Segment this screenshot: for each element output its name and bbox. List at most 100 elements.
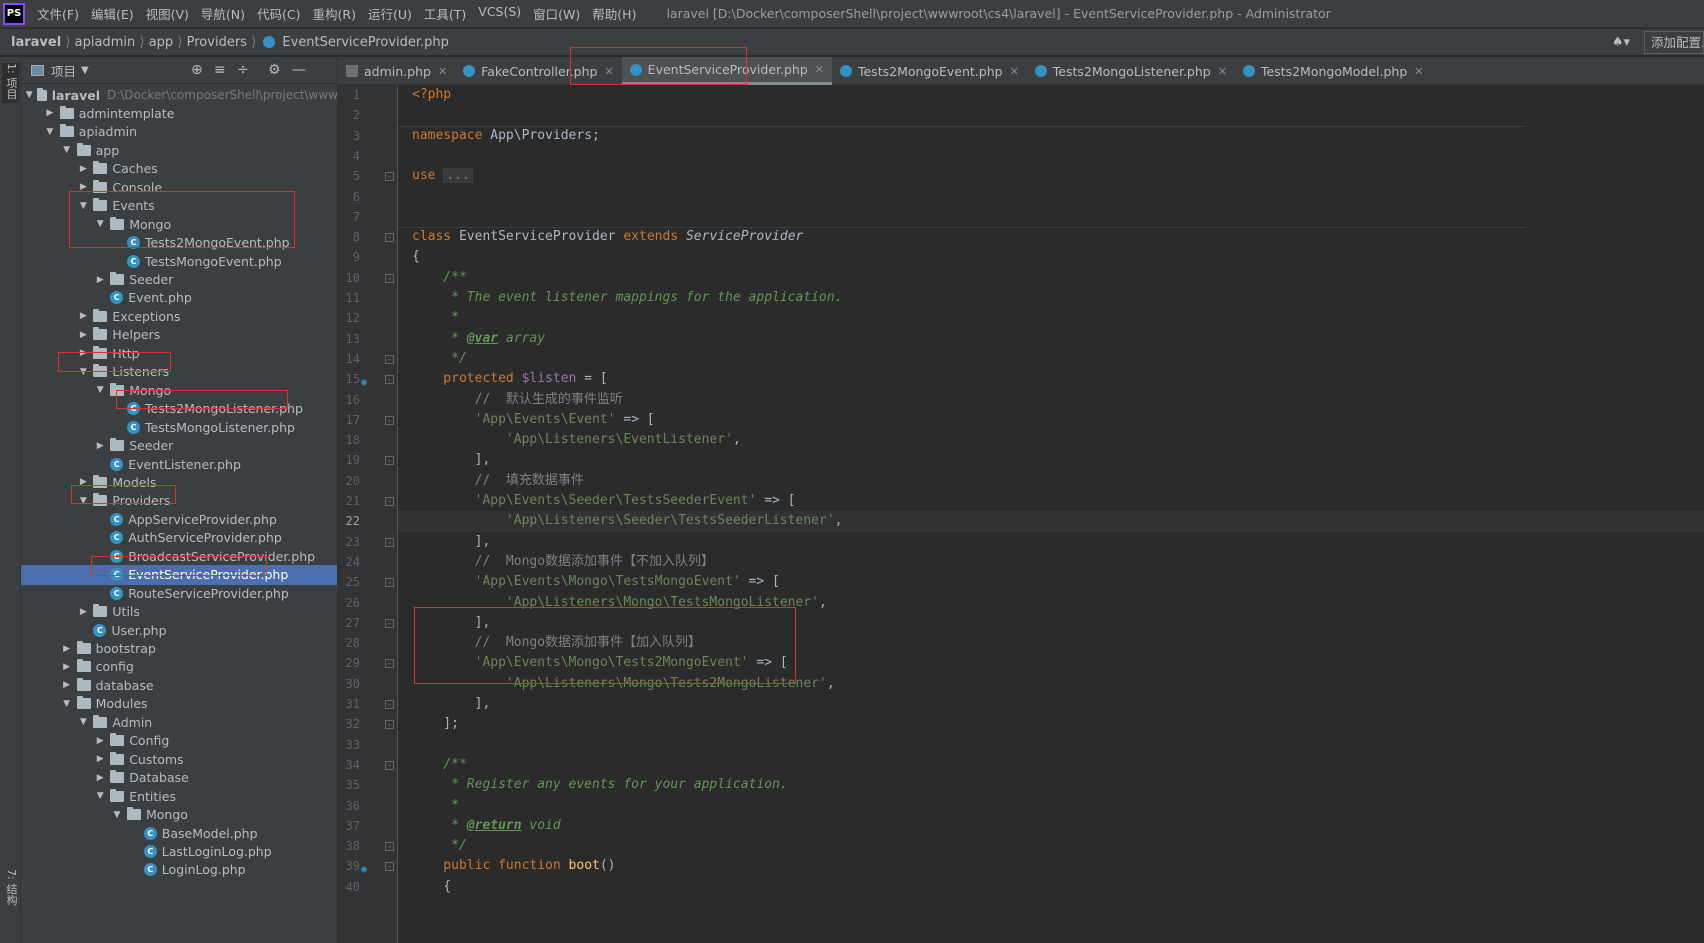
menu-item[interactable]: 运行(U) [362,4,418,23]
tree-file-row[interactable]: C EventListener.php [21,454,337,474]
fold-marker-icon[interactable]: - [385,273,394,283]
chevron-right-icon[interactable]: ▶ [61,644,73,654]
code-line[interactable]: 30 'App\Listeners\Mongo\Tests2MongoListe… [346,674,1704,694]
chevron-down-icon[interactable]: ▼ [44,127,56,137]
menu-item[interactable]: 文件(F) [31,4,85,23]
fold-marker-icon[interactable]: - [385,720,394,730]
tree-folder-row[interactable]: ▶ database [21,675,337,695]
tree-folder-row[interactable]: ▼ Entities [21,786,337,806]
menu-item[interactable]: 工具(T) [418,4,472,23]
chevron-down-icon[interactable]: ▼ [77,367,89,377]
fold-marker-icon[interactable]: - [385,618,394,628]
chevron-down-icon[interactable]: ▼ [94,791,106,801]
code-line[interactable]: 6 [353,187,1704,207]
fold-marker-icon[interactable]: - [385,375,394,385]
editor-tab[interactable]: Tests2MongoEvent.php ✕ [832,57,1027,85]
code-line[interactable]: 2 [353,105,1704,125]
tree-folder-row[interactable]: ▶ admintemplate [21,103,337,123]
tree-folder-row[interactable]: ▶ bootstrap [21,639,337,659]
tree-file-row[interactable]: C EventServiceProvider.php [21,564,337,585]
tree-folder-row[interactable]: ▶ Http [21,343,337,363]
editor-tab[interactable]: admin.php ✕ [338,57,455,85]
tree-file-row[interactable]: C Tests2MongoEvent.php [21,233,337,253]
fold-marker-icon[interactable]: - [385,456,394,466]
chevron-right-icon[interactable]: ▶ [44,108,56,118]
code-line[interactable]: 32 - ]; [346,714,1704,734]
menu-item[interactable]: 帮助(H) [586,4,642,23]
editor-tab[interactable]: FakeController.php ✕ [455,57,622,85]
chevron-right-icon[interactable]: ▶ [77,607,89,617]
gear-icon[interactable]: ⚙ [268,62,281,78]
tree-folder-row[interactable]: ▼ Listeners [21,362,337,382]
menu-item[interactable]: 重构(R) [307,4,362,23]
code-line[interactable]: 15 - ◉ protected $listen = [ [346,369,1704,389]
tree-file-row[interactable]: C BaseModel.php [21,823,337,843]
fold-marker-icon[interactable]: - [385,497,394,506]
structure-tool-tab[interactable]: 7: 结构 [2,869,19,919]
dropdown-arrow-icon[interactable]: ▼ [81,65,89,76]
code-line[interactable]: 38 - */ [346,836,1704,856]
chevron-down-icon[interactable]: ▼ [77,717,89,727]
breadcrumb-item[interactable]: app [146,35,176,50]
tree-file-row[interactable]: C LastLoginLog.php [21,841,337,861]
tree-folder-row[interactable]: ▶ Caches [21,159,337,179]
tree-folder-row[interactable]: ▶ Seeder [21,436,337,456]
code-line[interactable]: 19 - ], [346,450,1704,470]
chevron-right-icon[interactable]: ▶ [94,736,106,746]
close-icon[interactable]: ✕ [604,65,613,78]
fold-marker-icon[interactable]: - [385,233,394,243]
fold-marker-icon[interactable]: - [385,842,394,852]
collapse-all-icon[interactable]: ÷ [237,62,249,78]
chevron-down-icon[interactable]: ▼ [77,201,89,211]
chevron-right-icon[interactable]: ▶ [94,773,106,783]
chevron-right-icon[interactable]: ▶ [77,330,89,340]
code-line[interactable]: 26 'App\Listeners\Mongo\TestsMongoListen… [346,593,1704,613]
tree-folder-row[interactable]: ▶ Exceptions [21,306,337,326]
tree-folder-row[interactable]: ▶ Console [21,177,337,197]
code-line[interactable]: 4 [353,146,1704,166]
chevron-right-icon[interactable]: ▶ [77,477,89,487]
tree-file-row[interactable]: C AuthServiceProvider.php [21,528,337,548]
tree-file-row[interactable]: C LoginLog.php [21,860,337,880]
editor-tab[interactable]: Tests2MongoListener.php ✕ [1027,57,1235,85]
chevron-down-icon[interactable]: ▼ [25,90,33,100]
code-editor[interactable]: 1 <?php 2 3 namespace App\Providers; 4 5- use .… [346,85,1704,943]
tree-folder-row[interactable]: ▶ Config [21,731,337,751]
breadcrumb-item[interactable]: EventServiceProvider.php [279,35,452,50]
chevron-down-icon[interactable]: ▼ [61,699,73,709]
tree-folder-row[interactable]: ▶ Seeder [21,270,337,290]
fold-marker-icon[interactable]: - [385,760,394,770]
tree-file-row[interactable]: C User.php [21,620,337,640]
code-line[interactable]: 29 - 'App\Events\Mongo\Tests2MongoEvent' … [346,653,1704,673]
code-line[interactable]: 21 - 'App\Events\Seeder\TestsSeederEvent'… [346,491,1704,511]
project-tool-tab[interactable]: 1: 项目 [2,63,19,103]
tree-folder-row[interactable]: ▶ config [21,657,337,677]
close-icon[interactable]: ✕ [1010,65,1019,78]
tree-folder-row[interactable]: ▼ Modules [21,694,337,714]
fold-marker-icon[interactable]: - [385,537,394,547]
code-line[interactable]: 9{ [353,247,1704,267]
code-line[interactable]: 39 - ◉ public function boot() [346,856,1704,876]
tree-folder-row[interactable]: ▶ Utils [21,602,337,622]
code-line[interactable]: 14 - */ [346,349,1704,369]
close-icon[interactable]: ✕ [438,65,447,78]
code-line[interactable]: 31 - ], [346,694,1704,714]
code-line[interactable]: 16 // 默认生成的事件监听 [346,390,1704,410]
chevron-right-icon[interactable]: ▶ [77,164,89,174]
tree-folder-row[interactable]: ▼ laravel D:\Docker\composerShell\project\… [21,85,337,105]
tree-folder-row[interactable]: ▶ Database [21,768,337,788]
chevron-right-icon[interactable]: ▶ [94,275,106,285]
code-line[interactable]: 17 - 'App\Events\Event' => [ [346,410,1704,430]
code-line[interactable]: 27 - ], [346,613,1704,633]
code-line[interactable]: 37 * @return void [346,816,1704,836]
code-line[interactable]: 24 // Mongo数据添加事件【不加入队列】 [346,552,1704,572]
tree-folder-row[interactable]: ▼ Providers [21,491,337,511]
tree-folder-row[interactable]: ▼ apiadmin [21,122,337,142]
fold-marker-icon[interactable]: - [385,862,394,872]
fold-marker-icon[interactable]: - [385,578,394,588]
chevron-right-icon[interactable]: ▶ [61,662,73,672]
chevron-down-icon[interactable]: ▼ [94,219,106,229]
fold-marker-icon[interactable]: - [385,700,394,709]
chevron-right-icon[interactable]: ▶ [94,754,106,764]
tree-file-row[interactable]: C TestsMongoEvent.php [21,251,337,271]
